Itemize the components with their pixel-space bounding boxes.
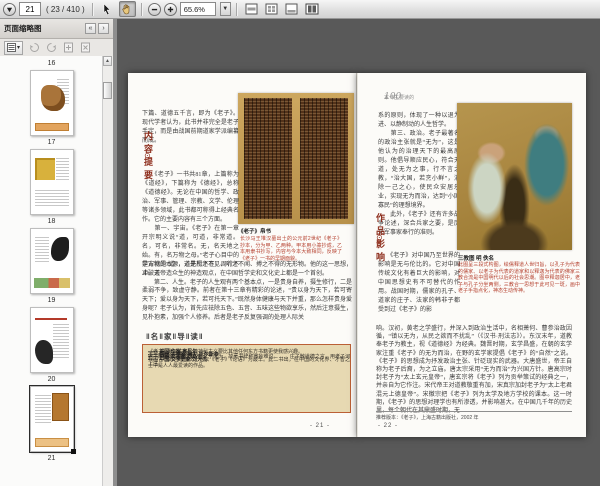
thumbnails-toolbar: ▾ bbox=[0, 39, 113, 57]
figure-note: 长沙马王堆汉墓出土的公元前2世纪《老子》抄本，分为甲、乙两种。甲本用小篆抄成，乙… bbox=[240, 236, 342, 262]
thumbnail-page-20[interactable] bbox=[29, 307, 74, 373]
body-column-text: 《老子》对中国乃至世界的影响是无与伦比的。它对中国传统文化有着巨大的影响，对中国… bbox=[378, 253, 460, 313]
thumbnail-page-19[interactable] bbox=[29, 228, 74, 294]
selection-handle bbox=[70, 449, 76, 454]
running-header: 人一生要读的 100 本 书 bbox=[384, 93, 414, 102]
select-tool-button[interactable] bbox=[99, 1, 116, 17]
zoom-level-value: 65.6% bbox=[183, 4, 205, 14]
thumbnails-panel-header: 页面缩略图 « › bbox=[0, 19, 113, 39]
facing-pages-button[interactable] bbox=[303, 1, 321, 17]
page-number-22: - 22 - bbox=[378, 423, 399, 429]
rotate-left-icon[interactable] bbox=[29, 42, 40, 53]
manuscript-strip bbox=[300, 98, 348, 219]
insert-page-icon[interactable] bbox=[63, 42, 74, 53]
famous-readers-quote-box: —— 美国 作家 奥尼尔 《老子》和《庄子》的神秘主义要比其他任何东方书籍更使我… bbox=[142, 344, 351, 413]
toolbar-divider bbox=[91, 2, 94, 16]
hand-icon bbox=[122, 4, 130, 15]
zoom-in-button[interactable] bbox=[163, 2, 177, 16]
famous-readers-heading: ‖名‖家‖导‖读‖ bbox=[146, 332, 204, 341]
delete-page-icon[interactable] bbox=[80, 42, 91, 53]
chevron-down-icon: ▾ bbox=[17, 45, 21, 51]
panel-collapse-button[interactable]: « bbox=[85, 23, 96, 34]
page-number-21: - 21 - bbox=[310, 423, 331, 429]
scrollbar-up-button[interactable]: ▲ bbox=[103, 56, 112, 66]
thumb-label-20: 20 bbox=[47, 376, 56, 383]
book-page-21: 下篇、道德五千言，即为《老子》。现代学者认为，此书并非完全是老子手定，而是由战国… bbox=[128, 73, 357, 437]
thumbnail-options-button[interactable]: ▾ bbox=[4, 40, 24, 55]
figure-note: 此图呈三段式构图，绘儒释道人世归旨，以孔子为代表的儒家、以老子为代表的道家和以释… bbox=[458, 262, 580, 294]
panel-expand-button[interactable]: › bbox=[98, 23, 109, 34]
body-fullwidth-text: 响。汉初，黄老之学盛行，并深入到政治生活中，名相萧何、曹参治政因循，“镇以无为，… bbox=[376, 326, 572, 415]
fit-page-icon bbox=[265, 3, 278, 15]
thumbnail-list: 16 17 18 19 20 21 ▲ bbox=[0, 56, 113, 486]
three-teachings-painting bbox=[457, 103, 572, 250]
fit-width-icon bbox=[245, 3, 258, 15]
thumbnails-panel-title: 页面缩略图 bbox=[4, 24, 42, 33]
plus-icon bbox=[167, 6, 173, 12]
scrollbar-thumb[interactable] bbox=[103, 82, 112, 99]
cursor-arrow-icon bbox=[103, 3, 111, 15]
document-canvas[interactable]: 下篇、道德五千言，即为《老子》。现代学者认为，此书并非完全是老子手定，而是由战国… bbox=[117, 19, 600, 486]
thumbnails-panel: 页面缩略图 « › ▾ 16 17 18 19 20 21 ▲ bbox=[0, 19, 117, 486]
body-column-text: 系的原则，体现了一种以退为进、以静制动的人生哲学。 第三、政治。老子最著名的政治… bbox=[378, 113, 460, 236]
thumb-label-18: 18 bbox=[47, 218, 56, 225]
figure-caption: 《老子》帛书 bbox=[238, 229, 272, 235]
next-page-button[interactable] bbox=[3, 2, 16, 16]
facing-pages-icon bbox=[305, 3, 319, 15]
recommended-edition-footnote: 推荐版本：《老子》，上海古籍出版社，2002 年 bbox=[376, 411, 572, 421]
thumbnail-page-21[interactable] bbox=[28, 385, 76, 454]
minus-icon bbox=[151, 8, 157, 10]
thumbnail-page-18[interactable] bbox=[29, 149, 74, 215]
thumb-label-17: 17 bbox=[47, 139, 56, 146]
hand-tool-button[interactable] bbox=[118, 1, 136, 17]
zoom-level-display[interactable]: 65.6% bbox=[179, 2, 216, 16]
page-count-label: ( 23 / 410 ) bbox=[46, 4, 85, 14]
thumb-label-21: 21 bbox=[47, 455, 56, 462]
intro-paragraph: 下篇、道德五千言，即为《老子》。现代学者认为，此书并非完全是老子手定，而是由战国… bbox=[142, 111, 239, 144]
thumb-label-16: 16 bbox=[47, 60, 56, 67]
toolbar-divider bbox=[235, 2, 238, 16]
fit-width-button[interactable] bbox=[243, 1, 260, 17]
chevron-down-icon: ▼ bbox=[222, 6, 229, 12]
thumbnail-scrollbar[interactable]: ▲ bbox=[102, 56, 113, 486]
running-header-text: 本 书 bbox=[384, 95, 396, 101]
main-toolbar: ( 23 / 410 ) 65.6% ▼ bbox=[0, 0, 600, 19]
book-page-22: 人一生要读的 100 本 书 系的原则，体现了一种以退为进、以静制动的人生哲学。… bbox=[357, 73, 586, 437]
manuscript-strip bbox=[244, 98, 292, 219]
zoom-dropdown-button[interactable]: ▼ bbox=[219, 2, 231, 16]
single-page-button[interactable] bbox=[283, 1, 300, 17]
figure-caption: 三教图 明 佚名 bbox=[458, 256, 495, 262]
thumb-label-19: 19 bbox=[47, 297, 56, 304]
page-number-input[interactable] bbox=[19, 2, 41, 16]
toolbar-divider bbox=[140, 2, 143, 16]
pdf-reader-window: ( 23 / 410 ) 65.6% ▼ bbox=[0, 0, 600, 486]
thumbnail-options-icon bbox=[7, 43, 16, 52]
rotate-right-icon[interactable] bbox=[46, 42, 57, 53]
zoom-out-button[interactable] bbox=[147, 2, 161, 16]
thumbnail-page-17[interactable] bbox=[29, 70, 74, 136]
down-arrow-icon bbox=[6, 7, 13, 12]
body-fullwidth-text: 是万物的本源，道是视之不见、听之不闻、搏之不得的无形物。他的这一思想，冲破天帝造… bbox=[142, 262, 353, 321]
fit-page-button[interactable] bbox=[263, 1, 280, 17]
thumbnail-column: 16 17 18 19 20 21 bbox=[0, 56, 103, 464]
silk-manuscript-image bbox=[238, 93, 354, 224]
single-page-icon bbox=[285, 3, 298, 15]
